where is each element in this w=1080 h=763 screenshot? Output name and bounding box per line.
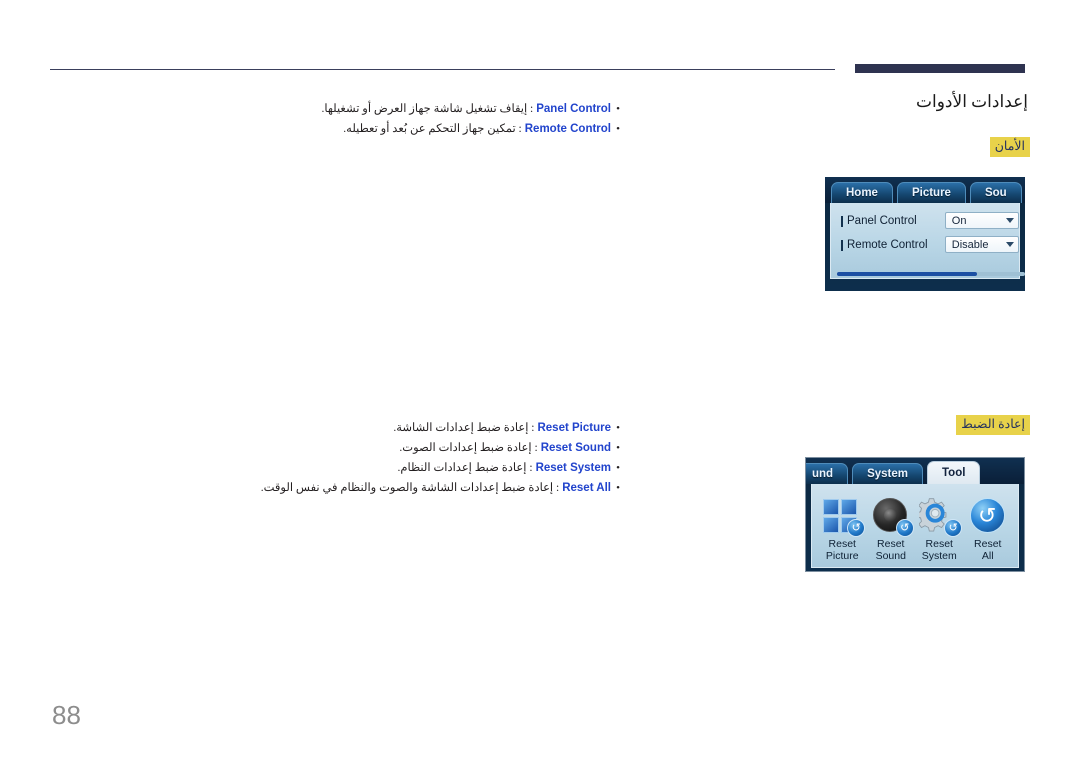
osd-label-remote-control: Remote Control [841, 239, 945, 251]
reset-system-icon: ↺ [917, 496, 963, 537]
osd-body-security: Panel Control On Remote Control Disable [830, 203, 1025, 279]
bullet-description: : إعادة ضبط إعدادات الشاشة والصوت والنظا… [260, 482, 560, 494]
bullet-item: • Remote Control : تمكين جهاز التحكم عن … [45, 119, 625, 139]
reset-sound-icon: ↺ [869, 496, 914, 537]
osd-screenshot-reset: und System Tool ↺ Reset Picture ↺ Reset … [805, 457, 1025, 572]
osd-tab-system[interactable]: System [852, 463, 923, 484]
header-accent-bar [855, 64, 1025, 73]
bullet-term: Reset All [562, 482, 611, 494]
osd-tabbar-security: Home Picture Sou [825, 177, 1025, 203]
reset-sound-label-line1: Reset [877, 538, 905, 550]
osd-body-reset: ↺ Reset Picture ↺ Reset Sound ↺ Reset Sy… [811, 484, 1019, 568]
page-number: 88 [52, 700, 81, 730]
reset-sound-item[interactable]: ↺ Reset Sound [867, 496, 916, 562]
bullet-marker: • [616, 123, 620, 135]
osd-tab-picture[interactable]: Picture [896, 182, 966, 203]
bullet-term: Remote Control [524, 123, 611, 135]
bullet-term: Panel Control [536, 103, 611, 115]
bullet-item: • Reset All : إعادة ضبط إعدادات الشاشة و… [45, 478, 625, 498]
reset-all-icon: ↺ [966, 496, 1010, 536]
bullet-list-reset: • Reset Picture : إعادة ضبط إعدادات الشا… [45, 418, 625, 498]
reset-picture-item[interactable]: ↺ Reset Picture [818, 496, 867, 562]
osd-label-panel-control: Panel Control [841, 215, 945, 227]
section-heading-reset-wrap: إعادة الضبط [956, 415, 1030, 435]
page-title: إعدادات الأدوات [916, 92, 1028, 111]
header-divider-line [50, 69, 835, 70]
reset-all-label-line1: Reset [974, 538, 1002, 550]
reset-sound-label-line2: Sound [875, 550, 906, 562]
reset-system-label-line1: Reset [925, 538, 953, 550]
osd-scrollbar-security[interactable] [837, 272, 1025, 276]
chevron-down-icon [1006, 218, 1014, 223]
osd-row-panel-control: Panel Control On [831, 212, 1019, 229]
chevron-down-icon [1006, 242, 1014, 247]
osd-select-remote-control-value: Disable [951, 238, 989, 251]
bullet-description: : تمكين جهاز التحكم عن بُعد أو تعطيله. [343, 123, 522, 135]
osd-tab-sound[interactable]: und [806, 463, 849, 484]
bullet-marker: • [616, 103, 620, 115]
bullet-description: : إعادة ضبط إعدادات النظام. [397, 462, 533, 474]
refresh-badge-icon: ↺ [847, 519, 866, 537]
bullet-item: • Reset Sound : إعادة ضبط إعدادات الصوت. [45, 438, 625, 458]
reset-picture-icon: ↺ [820, 496, 866, 537]
refresh-badge-icon: ↺ [944, 519, 963, 537]
bullet-marker: • [616, 422, 620, 434]
osd-tab-sound[interactable]: Sou [969, 182, 1022, 203]
osd-row-remote-control: Remote Control Disable [831, 236, 1019, 253]
bullet-item: • Panel Control : إيقاف تشغيل شاشة جهاز … [45, 99, 625, 119]
bullet-term: Reset System [535, 462, 611, 474]
osd-tab-tool[interactable]: Tool [927, 461, 981, 484]
right-column: إعدادات الأدوات الأمان إعادة الضبط [640, 90, 1030, 435]
osd-tabbar-reset: und System Tool [806, 458, 1024, 484]
bullet-term: Reset Picture [537, 422, 611, 434]
reset-system-label-line2: System [921, 550, 957, 562]
section-heading-reset: إعادة الضبط [956, 415, 1030, 435]
osd-screenshot-security: Home Picture Sou Panel Control On Remote… [825, 177, 1025, 291]
reset-icon-grid: ↺ Reset Picture ↺ Reset Sound ↺ Reset Sy… [812, 491, 1018, 562]
refresh-badge-icon: ↺ [895, 519, 914, 537]
bullet-item: • Reset Picture : إعادة ضبط إعدادات الشا… [45, 418, 625, 438]
section-heading-security-wrap: الأمان [989, 137, 1030, 157]
section-heading-security: الأمان [989, 137, 1030, 157]
bullet-description: : إيقاف تشغيل شاشة جهاز العرض أو تشغيلها… [321, 103, 534, 115]
osd-select-panel-control-value: On [951, 214, 967, 227]
bullet-item: • Reset System : إعادة ضبط إعدادات النظا… [45, 458, 625, 478]
reset-picture-label-line2: Picture [825, 550, 859, 562]
reset-all-item[interactable]: ↺ Reset All [964, 496, 1013, 562]
reset-system-item[interactable]: ↺ Reset System [915, 496, 964, 562]
bullet-marker: • [616, 482, 620, 494]
bullet-description: : إعادة ضبط إعدادات الشاشة. [393, 422, 535, 434]
osd-tab-home[interactable]: Home [831, 182, 893, 203]
bullet-marker: • [616, 462, 620, 474]
bullet-description: : إعادة ضبط إعدادات الصوت. [399, 442, 538, 454]
bullet-term: Reset Sound [540, 442, 611, 454]
bullet-marker: • [616, 442, 620, 454]
bullet-list-security: • Panel Control : إيقاف تشغيل شاشة جهاز … [45, 99, 625, 139]
reset-picture-label-line1: Reset [828, 538, 856, 550]
reset-all-label-line2: All [981, 550, 994, 562]
osd-select-remote-control[interactable]: Disable [944, 236, 1019, 253]
osd-select-panel-control[interactable]: On [944, 212, 1019, 229]
